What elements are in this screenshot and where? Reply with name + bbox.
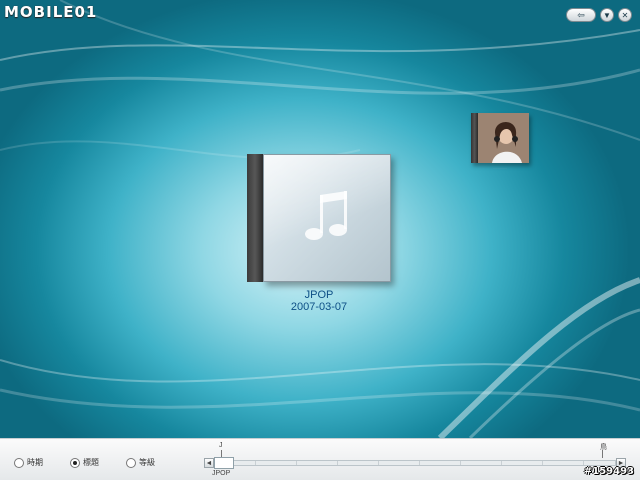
side-album-caption: ······· [493,166,507,172]
scroll-left-icon[interactable]: ◄ [204,458,214,468]
album-art-photo [478,113,529,163]
album-caption: JPOP 2007-03-07 [254,289,384,313]
chevron-down-icon[interactable]: ▼ [600,8,614,22]
radio-icon[interactable] [14,457,24,468]
portrait-image [478,113,529,163]
music-note-icon [305,191,347,240]
close-icon[interactable]: ✕ [618,8,632,22]
album-title: JPOP [304,289,334,301]
timeline-end-tick [602,450,603,458]
jewel-case-spine [247,154,263,282]
back-arrow-icon[interactable]: ⇦ [566,8,596,22]
album-date: 2007-03-07 [290,301,348,313]
timeline-track[interactable] [214,460,616,466]
sort-option-title[interactable]: 標題 [70,457,126,468]
album-cover-face [263,154,391,282]
radio-icon[interactable] [126,457,136,468]
sort-option-period[interactable]: 時期 [14,457,70,468]
window-controls: ⇦ ▼ ✕ [566,8,632,22]
sort-option-rating[interactable]: 等級 [126,457,182,468]
album-browser-stage: MOBILE01 ⇦ ▼ ✕ JPOP 2007-03-07 ······· [0,0,640,438]
sort-options: 時期 標題 等級 [14,457,182,468]
album-cover-side[interactable] [471,113,529,163]
watermark: #159493 [583,466,634,477]
timeline-thumb-label: JPOP [212,470,231,477]
radio-selected-icon[interactable] [70,457,80,468]
album-cover-main[interactable] [247,154,391,282]
timeline-start-marker: J [219,442,223,449]
jewel-case-spine [471,113,478,163]
brand-logo: MOBILE01 [4,3,98,21]
timeline-thumb[interactable] [214,457,234,469]
timeline-scrollbar[interactable]: ◄ ► [204,457,626,469]
